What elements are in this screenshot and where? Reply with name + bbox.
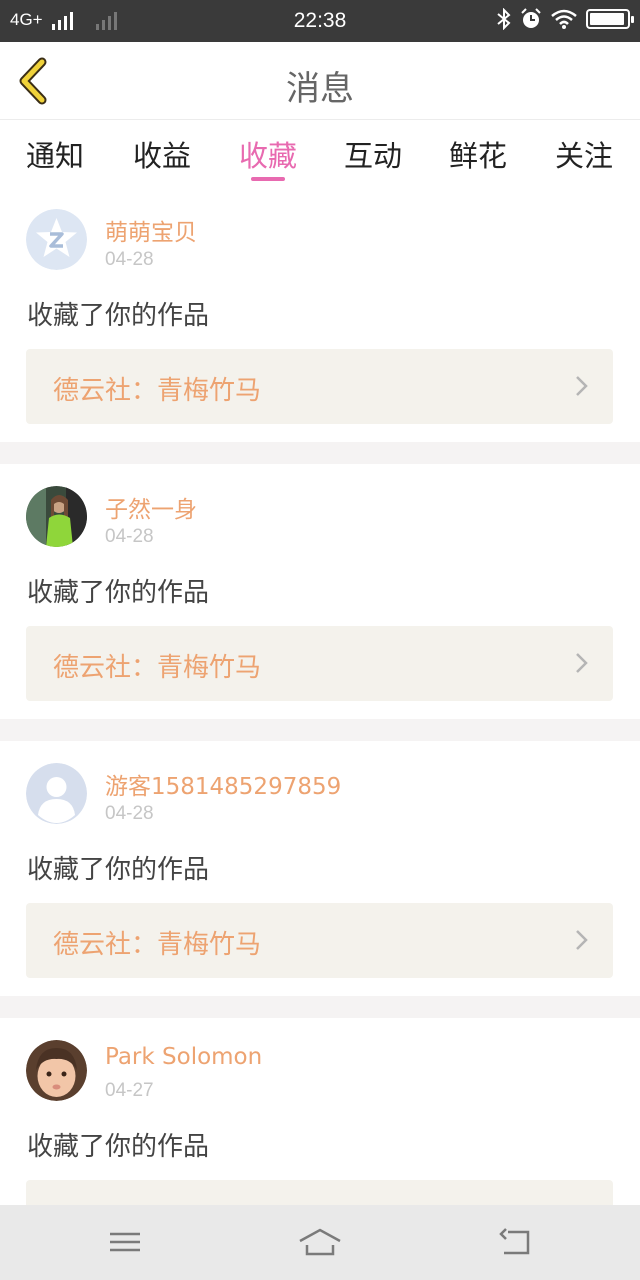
menu-icon[interactable] (105, 1225, 145, 1259)
message-action: 收藏了你的作品 (27, 1132, 210, 1162)
wifi-icon (551, 9, 577, 29)
message-action: 收藏了你的作品 (27, 578, 210, 608)
message-date: 04-28 (105, 526, 154, 547)
tab-interactions[interactable]: 互动 (333, 133, 413, 175)
back-icon[interactable] (496, 1225, 536, 1259)
tab-notifications[interactable]: 通知 (15, 133, 95, 175)
avatar[interactable] (26, 763, 87, 824)
work-title: 德云社：青梅竹马 (53, 930, 262, 960)
avatar[interactable] (26, 1040, 87, 1101)
message-date: 04-27 (105, 1080, 154, 1101)
message-action: 收藏了你的作品 (27, 855, 210, 885)
bluetooth-icon (497, 8, 511, 30)
user-name[interactable]: 子然一身 (105, 490, 197, 524)
user-photo-icon (26, 486, 87, 547)
list-item: 子然一身 04-28 收藏了你的作品 德云社：青梅竹马 (0, 464, 640, 719)
work-title: 德云社：青梅竹马 (53, 653, 262, 683)
chevron-right-icon (576, 930, 588, 950)
page-title: 消息 (286, 69, 354, 109)
default-user-icon (26, 763, 87, 824)
list-item: 萌萌宝贝 04-28 收藏了你的作品 德云社：青梅竹马 (0, 187, 640, 442)
status-bar: 4G+ 22:38 (0, 0, 640, 42)
tab-bar: 通知 收益 收藏 互动 鲜花 关注 (0, 121, 640, 187)
user-name[interactable]: 游客1581485297859 (105, 767, 341, 801)
avatar[interactable] (26, 486, 87, 547)
user-name[interactable]: Park Solomon (105, 1044, 262, 1070)
active-tab-indicator (251, 177, 285, 181)
message-date: 04-28 (105, 803, 154, 824)
list-item: 游客1581485297859 04-28 收藏了你的作品 德云社：青梅竹马 (0, 741, 640, 996)
chevron-right-icon (576, 653, 588, 673)
home-icon[interactable] (298, 1225, 342, 1259)
alarm-icon (521, 8, 541, 28)
work-link[interactable]: 德云社：青梅竹马 (26, 349, 613, 424)
user-name[interactable]: 萌萌宝贝 (105, 213, 197, 247)
message-action: 收藏了你的作品 (27, 301, 210, 331)
battery-icon (586, 9, 634, 29)
tab-favorites[interactable]: 收藏 (228, 133, 308, 175)
chevron-right-icon (576, 376, 588, 396)
tab-flowers[interactable]: 鲜花 (438, 133, 518, 175)
child-photo-icon (26, 1040, 87, 1101)
tab-follows[interactable]: 关注 (544, 133, 624, 175)
header: 消息 (0, 42, 640, 120)
status-icons (497, 8, 634, 30)
separator (0, 996, 640, 1018)
separator (0, 442, 640, 464)
work-link[interactable]: 德云社：青梅竹马 (26, 626, 613, 701)
message-date: 04-28 (105, 249, 154, 270)
system-nav-bar (0, 1205, 640, 1280)
work-title: 德云社：青梅竹马 (53, 376, 262, 406)
tab-earnings[interactable]: 收益 (122, 133, 202, 175)
avatar[interactable] (26, 209, 87, 270)
message-list: 萌萌宝贝 04-28 收藏了你的作品 德云社：青梅竹马 子然一身 04-28 收… (0, 187, 640, 1273)
separator (0, 719, 640, 741)
qzone-avatar-icon (26, 209, 87, 270)
work-link[interactable]: 德云社：青梅竹马 (26, 903, 613, 978)
